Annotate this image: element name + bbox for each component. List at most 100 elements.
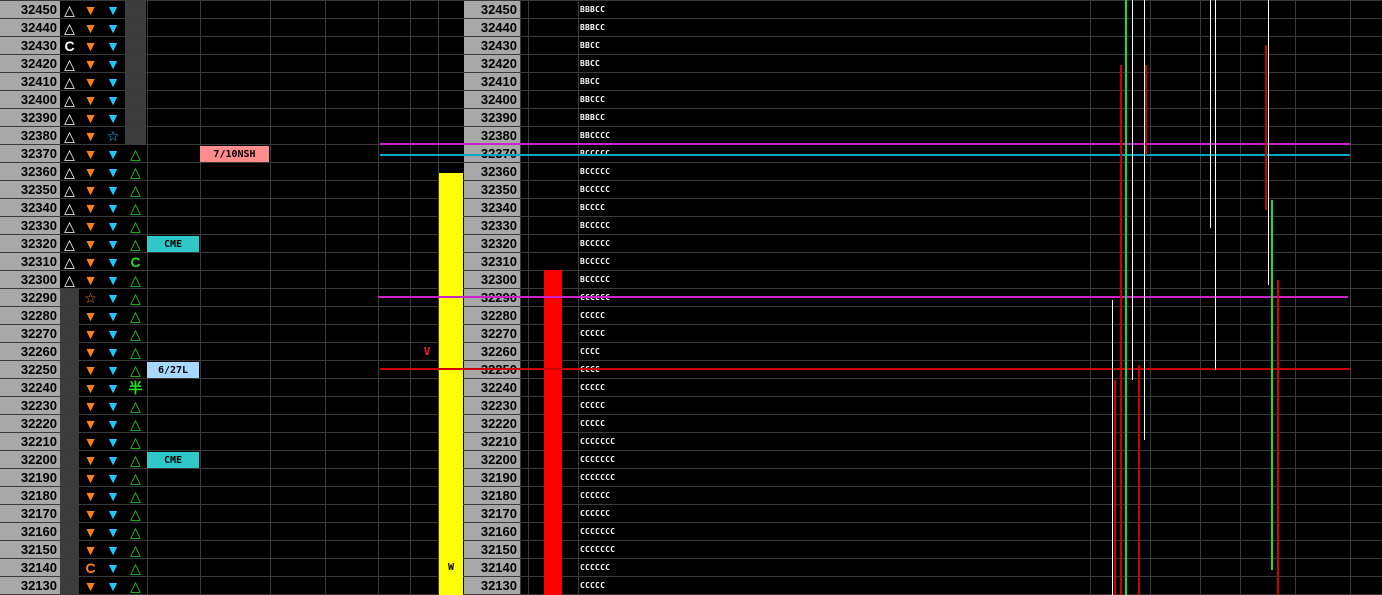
price-cell[interactable]: 32180	[0, 487, 60, 504]
price-cell-right[interactable]: 32340	[464, 199, 520, 216]
col3-signal-icon: ▼	[102, 235, 124, 252]
col1-signal-icon	[60, 559, 79, 576]
price-cell-right[interactable]: 32210	[464, 433, 520, 450]
label-7-10nsh[interactable]: 7/10NSH	[200, 146, 269, 162]
price-cell[interactable]: 32170	[0, 505, 60, 522]
tpo-letters: CCCCC	[580, 383, 606, 392]
price-cell-right[interactable]: 32380	[464, 127, 520, 144]
price-cell[interactable]: 32200	[0, 451, 60, 468]
price-cell[interactable]: 32370	[0, 145, 60, 162]
tpo-letters: BCCCCC	[580, 257, 611, 266]
price-cell-right[interactable]: 32400	[464, 91, 520, 108]
price-cell-right[interactable]: 32200	[464, 451, 520, 468]
col2-signal-icon: ▼	[80, 253, 101, 270]
grid-line-h	[0, 558, 1382, 559]
price-cell-right[interactable]: 32240	[464, 379, 520, 396]
col4-signal-icon: △	[125, 235, 146, 252]
price-cell[interactable]: 32290	[0, 289, 60, 306]
price-cell-right[interactable]: 32350	[464, 181, 520, 198]
price-cell[interactable]: 32210	[0, 433, 60, 450]
price-cell[interactable]: 32140	[0, 559, 60, 576]
price-cell[interactable]: 32260	[0, 343, 60, 360]
price-cell-right[interactable]: 32150	[464, 541, 520, 558]
price-cell-right[interactable]: 32450	[464, 1, 520, 18]
price-cell[interactable]: 32420	[0, 55, 60, 72]
col2-signal-icon: ▼	[80, 55, 101, 72]
price-cell[interactable]: 32250	[0, 361, 60, 378]
col1-signal-icon: △	[60, 19, 79, 36]
col4-signal-icon: △	[125, 541, 146, 558]
tpo-letters: CCCCC	[580, 581, 606, 590]
price-cell-right[interactable]: 32280	[464, 307, 520, 324]
col3-signal-icon: ▼	[102, 181, 124, 198]
price-cell[interactable]: 32300	[0, 271, 60, 288]
price-cell[interactable]: 32400	[0, 91, 60, 108]
price-cell[interactable]: 32150	[0, 541, 60, 558]
price-cell-right[interactable]: 32410	[464, 73, 520, 90]
price-cell[interactable]: 32310	[0, 253, 60, 270]
col4-signal-icon: 半	[125, 379, 146, 396]
price-cell-right[interactable]: 32320	[464, 235, 520, 252]
col3-signal-icon: ▼	[102, 145, 124, 162]
price-cell[interactable]: 32390	[0, 109, 60, 126]
price-cell-right[interactable]: 32360	[464, 163, 520, 180]
price-cell[interactable]: 32130	[0, 577, 60, 594]
price-cell-right[interactable]: 32180	[464, 487, 520, 504]
price-cell-right[interactable]: 32390	[464, 109, 520, 126]
col4-signal-icon: △	[125, 181, 146, 198]
col4-signal-icon: △	[125, 487, 146, 504]
col1-signal-icon: △	[60, 127, 79, 144]
price-path-line	[1265, 45, 1267, 210]
price-cell-right[interactable]: 32230	[464, 397, 520, 414]
price-cell-right[interactable]: 32430	[464, 37, 520, 54]
price-cell[interactable]: 32320	[0, 235, 60, 252]
grid-line-v	[325, 0, 326, 595]
grid-line-h	[0, 342, 1382, 343]
price-cell-right[interactable]: 32170	[464, 505, 520, 522]
price-cell[interactable]: 32430	[0, 37, 60, 54]
col2-signal-icon: ▼	[80, 145, 101, 162]
price-cell[interactable]: 32240	[0, 379, 60, 396]
tpo-letters: BBBCC	[580, 23, 606, 32]
col3-signal-icon: ▼	[102, 1, 124, 18]
col1-signal-icon: △	[60, 145, 79, 162]
grid-line-h	[0, 252, 1382, 253]
level-line-red	[380, 368, 1350, 370]
price-cell[interactable]: 32380	[0, 127, 60, 144]
grid-line-h	[0, 234, 1382, 235]
price-cell[interactable]: 32270	[0, 325, 60, 342]
col2-signal-icon: ▼	[80, 217, 101, 234]
price-cell-right[interactable]: 32440	[464, 19, 520, 36]
price-cell[interactable]: 32440	[0, 19, 60, 36]
price-cell[interactable]: 32160	[0, 523, 60, 540]
price-cell[interactable]: 32330	[0, 217, 60, 234]
price-cell-right[interactable]: 32190	[464, 469, 520, 486]
price-cell[interactable]: 32230	[0, 397, 60, 414]
price-cell-right[interactable]: 32270	[464, 325, 520, 342]
price-cell-right[interactable]: 32260	[464, 343, 520, 360]
price-cell-right[interactable]: 32130	[464, 577, 520, 594]
label-cme[interactable]: CME	[147, 236, 199, 252]
col3-signal-icon: ▼	[102, 307, 124, 324]
price-cell[interactable]: 32190	[0, 469, 60, 486]
price-cell[interactable]: 32450	[0, 1, 60, 18]
price-cell[interactable]: 32220	[0, 415, 60, 432]
price-cell[interactable]: 32280	[0, 307, 60, 324]
label-6-27l[interactable]: 6/27L	[147, 362, 199, 378]
label-cme[interactable]: CME	[147, 452, 199, 468]
price-cell-right[interactable]: 32160	[464, 523, 520, 540]
price-cell[interactable]: 32410	[0, 73, 60, 90]
price-cell[interactable]: 32350	[0, 181, 60, 198]
col4-signal-icon: △	[125, 559, 146, 576]
price-cell[interactable]: 32360	[0, 163, 60, 180]
col3-signal-icon: ☆	[102, 127, 124, 144]
price-cell-right[interactable]: 32310	[464, 253, 520, 270]
price-cell-right[interactable]: 32300	[464, 271, 520, 288]
price-cell[interactable]: 32340	[0, 199, 60, 216]
price-cell-right[interactable]: 32140	[464, 559, 520, 576]
price-cell-right[interactable]: 32330	[464, 217, 520, 234]
col3-signal-icon: ▼	[102, 271, 124, 288]
price-cell-right[interactable]: 32220	[464, 415, 520, 432]
price-cell-right[interactable]: 32420	[464, 55, 520, 72]
col3-signal-icon: ▼	[102, 559, 124, 576]
